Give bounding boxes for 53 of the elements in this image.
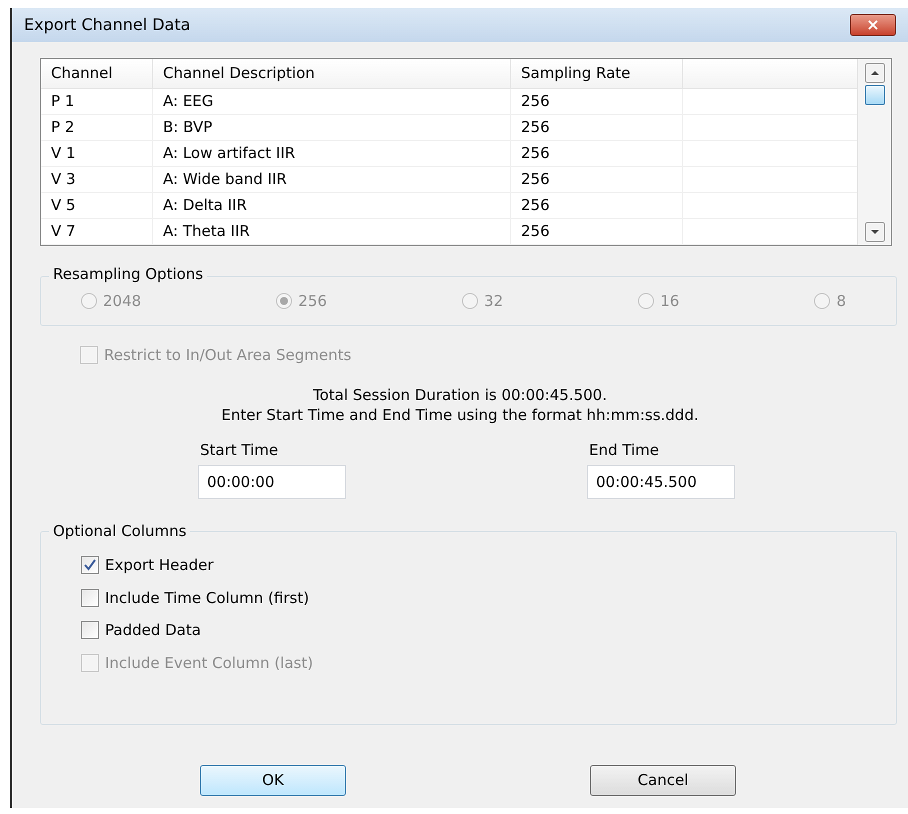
table-cell: P 1 [41, 89, 153, 114]
table-cell: P 2 [41, 115, 153, 140]
ok-button[interactable]: OK [200, 765, 346, 796]
table-cell: A: Delta IIR [153, 193, 511, 218]
scroll-thumb[interactable] [864, 85, 884, 105]
window-title: Export Channel Data [24, 14, 190, 36]
field-label: Start Time [200, 440, 280, 460]
checkbox[interactable] [81, 588, 99, 607]
checkbox-label: Padded Data [105, 620, 201, 641]
table-row[interactable]: P 2 B: BVP 256 [41, 115, 857, 141]
cancel-button[interactable]: Cancel [590, 765, 736, 796]
table-cell: V 5 [41, 193, 153, 218]
checkbox-label: Restrict to In/Out Area Segments [104, 345, 352, 366]
table-cell: A: Wide band IIR [153, 167, 511, 192]
table-cell: B: BVP [153, 115, 511, 140]
checkbox-label: Export Header [105, 555, 214, 576]
table-cell: 256 [511, 89, 683, 114]
table-cell: V 7 [41, 219, 153, 244]
field-label: End Time [589, 440, 660, 460]
radio-label: 32 [484, 290, 504, 312]
column-header[interactable]: Channel Description [153, 59, 511, 88]
table-cell: V 1 [41, 141, 153, 166]
table-cell: V 3 [41, 167, 153, 192]
radio-label: 16 [660, 290, 680, 312]
checkbox[interactable] [81, 621, 99, 640]
time-field[interactable]: 00:00:00 [198, 465, 346, 499]
radio-label: 2048 [103, 290, 142, 312]
table-cell: A: Theta IIR [153, 219, 511, 244]
table-row[interactable]: P 1 A: EEG 256 [41, 89, 857, 115]
checkbox-label: Include Time Column (first) [105, 588, 310, 608]
table-cell: 256 [511, 115, 683, 140]
table-cell: 256 [511, 141, 683, 166]
checkbox-label: Include Event Column (last) [105, 652, 314, 674]
radio-label: 256 [298, 290, 327, 312]
info-text: Enter Start Time and End Time using the format hh:mm:ss.ddd. [221, 404, 699, 424]
table-cell: 256 [511, 193, 683, 218]
vertical-scrollbar[interactable] [857, 59, 891, 245]
table-row[interactable]: V 7 A: Theta IIR 256 [41, 219, 857, 245]
table-row[interactable]: V 3 A: Wide band IIR 256 [41, 167, 857, 193]
table-cell: A: Low artifact IIR [153, 141, 511, 166]
table-cell: 256 [511, 219, 683, 244]
time-field[interactable]: 00:00:45.500 [587, 465, 735, 499]
table-row[interactable]: V 5 A: Delta IIR 256 [41, 193, 857, 219]
column-header[interactable]: Channel [41, 59, 153, 88]
info-text: Total Session Duration is 00:00:45.500. [312, 384, 607, 404]
table-row[interactable]: V 1 A: Low artifact IIR 256 [41, 141, 857, 167]
checkbox[interactable] [81, 556, 99, 574]
scroll-up-icon[interactable] [864, 63, 884, 83]
table-cell: A: EEG [153, 89, 511, 114]
column-header[interactable]: Sampling Rate [511, 59, 683, 88]
radio-label: 8 [836, 290, 846, 312]
scroll-down-icon[interactable] [864, 222, 884, 242]
table-cell: 256 [511, 167, 683, 192]
